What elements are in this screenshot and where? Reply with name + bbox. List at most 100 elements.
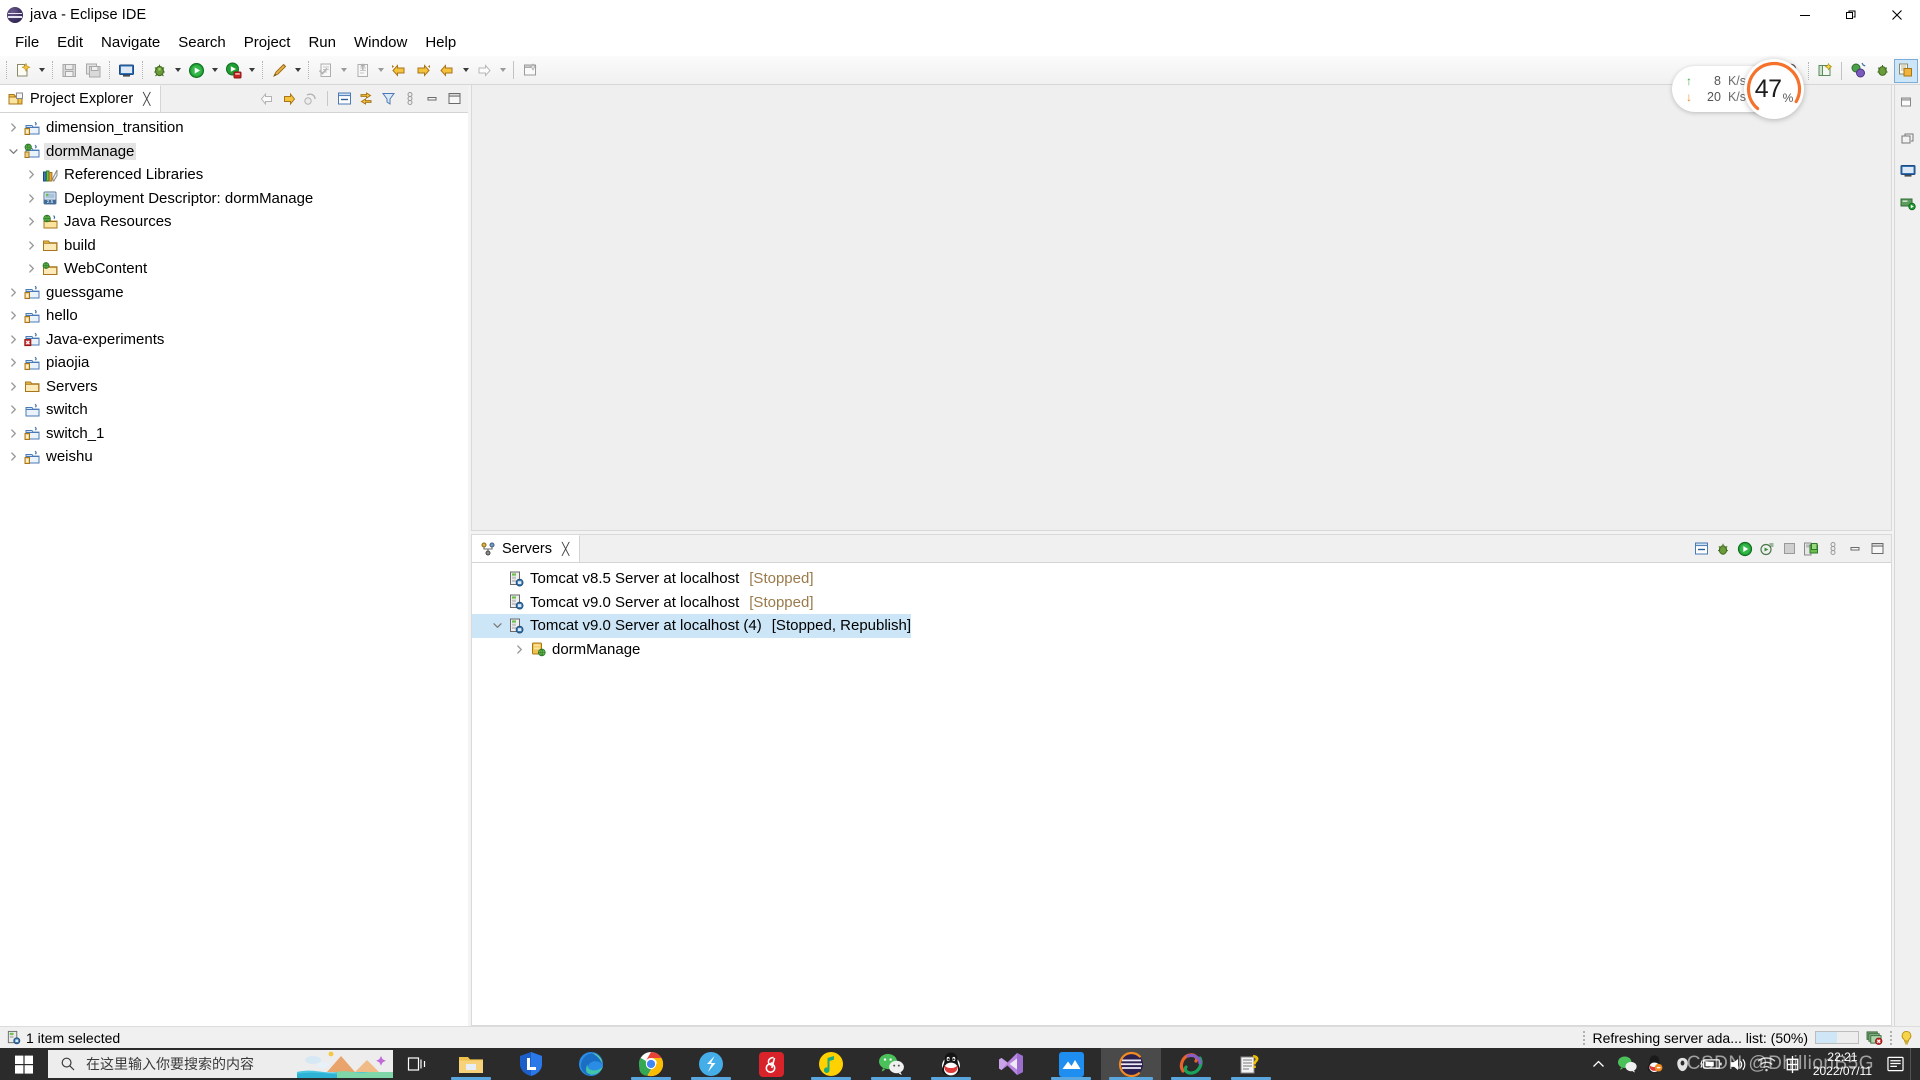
- collapse-all-icon[interactable]: [334, 89, 354, 109]
- taskbar-app-netease-music[interactable]: [741, 1048, 801, 1080]
- taskbar-app-file-explorer[interactable]: [441, 1048, 501, 1080]
- tree-item-guessgame[interactable]: guessgame: [0, 281, 468, 305]
- close-button[interactable]: [1874, 0, 1920, 30]
- chevron-right-icon[interactable]: [4, 335, 22, 344]
- project-tree[interactable]: dimension_transition dormManage Referenced…: [0, 113, 468, 1026]
- taskbar-app-unknown-doc[interactable]: [1221, 1048, 1281, 1080]
- editor-area-empty[interactable]: [471, 85, 1892, 531]
- qq-tray-icon[interactable]: [1641, 1048, 1669, 1080]
- taskbar-app-microsoft-edge[interactable]: [561, 1048, 621, 1080]
- run-on-server-button[interactable]: [221, 58, 245, 82]
- maximize-restore-button[interactable]: [1828, 0, 1874, 30]
- tree-item-build[interactable]: build: [0, 234, 468, 258]
- battery-charging-icon[interactable]: [1697, 1048, 1725, 1080]
- next-annotation-button[interactable]: [313, 58, 337, 82]
- taskbar-app-sogou[interactable]: [681, 1048, 741, 1080]
- taskbar-app-eclipse[interactable]: [1101, 1048, 1161, 1080]
- chevron-down-icon[interactable]: [4, 147, 22, 156]
- taskbar-app-qq-music[interactable]: [801, 1048, 861, 1080]
- tree-item-java-experiments[interactable]: Java-experiments: [0, 328, 468, 352]
- ime-chinese-icon[interactable]: [1781, 1048, 1805, 1080]
- external-tools-button[interactable]: [267, 58, 291, 82]
- menu-file[interactable]: File: [6, 31, 48, 55]
- restore-view-icon[interactable]: [1898, 91, 1918, 111]
- back-history-button[interactable]: [435, 58, 459, 82]
- new-wizard-dropdown[interactable]: [35, 58, 48, 82]
- task-view-icon[interactable]: [393, 1048, 441, 1080]
- taskbar-clock[interactable]: 22:21 2022/07/11: [1805, 1048, 1880, 1080]
- minimize-button[interactable]: [1782, 0, 1828, 30]
- menu-search[interactable]: Search: [169, 31, 235, 55]
- start-server-icon[interactable]: [1735, 539, 1755, 559]
- tree-item-hello[interactable]: hello: [0, 304, 468, 328]
- new-editor-button[interactable]: [518, 58, 542, 82]
- tree-item-switch[interactable]: switch: [0, 398, 468, 422]
- maximize-icon[interactable]: [444, 89, 464, 109]
- taskbar-app-lenovo[interactable]: [501, 1048, 561, 1080]
- performance-widget[interactable]: ↑ 8 K/s ↓ 20 K/s 47 %: [1671, 59, 1804, 119]
- new-wizard-button[interactable]: [11, 58, 35, 82]
- debug-dropdown[interactable]: [171, 58, 184, 82]
- tree-item-java-resources[interactable]: Java Resources: [0, 210, 468, 234]
- tab-project-explorer[interactable]: Project Explorer ╳: [0, 85, 162, 112]
- back-button[interactable]: [387, 58, 411, 82]
- save-all-button[interactable]: [81, 58, 105, 82]
- taskbar-app-google-chrome[interactable]: [621, 1048, 681, 1080]
- menu-window[interactable]: Window: [345, 31, 416, 55]
- volume-icon[interactable]: [1725, 1048, 1753, 1080]
- forward-arrow-icon[interactable]: [279, 89, 299, 109]
- maximize-icon[interactable]: [1867, 539, 1887, 559]
- taskbar-app-visual-studio[interactable]: [981, 1048, 1041, 1080]
- debug-server-icon[interactable]: [1713, 539, 1733, 559]
- server-row[interactable]: Tomcat v9.0 Server at localhost [Stopped]: [472, 591, 1891, 615]
- taskbar-search-input[interactable]: 在这里输入你要搜索的内容: [48, 1050, 393, 1078]
- menu-navigate[interactable]: Navigate: [92, 31, 169, 55]
- up-arrow-icon[interactable]: [301, 89, 321, 109]
- menu-help[interactable]: Help: [416, 31, 465, 55]
- tree-item-weishu[interactable]: weishu: [0, 445, 468, 469]
- tree-item-piaojia[interactable]: piaojia: [0, 351, 468, 375]
- debug-button[interactable]: [147, 58, 171, 82]
- save-button[interactable]: [57, 58, 81, 82]
- forward-history-button[interactable]: [411, 58, 435, 82]
- link-with-editor-icon[interactable]: [356, 89, 376, 109]
- chevron-right-icon[interactable]: [4, 452, 22, 461]
- tree-item-webcontent[interactable]: WebContent: [0, 257, 468, 281]
- chevron-down-icon[interactable]: [488, 621, 506, 630]
- run-button[interactable]: [184, 58, 208, 82]
- server-row[interactable]: dormManage: [472, 638, 1891, 662]
- tree-item-dormmanage[interactable]: dormManage: [0, 140, 468, 164]
- perspective-java-active-button[interactable]: [1894, 58, 1918, 83]
- progress-stop-icon[interactable]: [1866, 1030, 1883, 1045]
- perspective-debug-button[interactable]: [1870, 59, 1894, 83]
- tree-item-referenced-libraries[interactable]: Referenced Libraries: [0, 163, 468, 187]
- console-view-icon[interactable]: [1898, 161, 1918, 181]
- tree-item-servers[interactable]: Servers: [0, 375, 468, 399]
- console-button[interactable]: [114, 58, 138, 82]
- chevron-right-icon[interactable]: [510, 645, 528, 654]
- run-on-server-dropdown[interactable]: [245, 58, 258, 82]
- servers-tree[interactable]: Tomcat v8.5 Server at localhost [Stopped]…: [472, 563, 1891, 1025]
- wechat-tray-icon[interactable]: [1613, 1048, 1641, 1080]
- servers-view-icon[interactable]: [1898, 193, 1918, 213]
- publish-server-icon[interactable]: [1801, 539, 1821, 559]
- perspective-java-ee-button[interactable]: [1846, 59, 1870, 83]
- server-row[interactable]: Tomcat v9.0 Server at localhost (4) [Stop…: [472, 614, 912, 638]
- chevron-right-icon[interactable]: [4, 429, 22, 438]
- back-history-dropdown[interactable]: [459, 58, 472, 82]
- tree-item-switch-1[interactable]: switch_1: [0, 422, 468, 446]
- profile-server-icon[interactable]: [1757, 539, 1777, 559]
- chevron-right-icon[interactable]: [4, 123, 22, 132]
- previous-annotation-dropdown[interactable]: [374, 58, 387, 82]
- minimize-icon[interactable]: [1845, 539, 1865, 559]
- menu-project[interactable]: Project: [235, 31, 300, 55]
- chevron-right-icon[interactable]: [22, 194, 40, 203]
- view-menu-icon[interactable]: [1823, 539, 1843, 559]
- chevron-right-icon[interactable]: [22, 241, 40, 250]
- forward-button[interactable]: [472, 58, 496, 82]
- tab-servers[interactable]: Servers ╳: [472, 535, 581, 562]
- chevron-right-icon[interactable]: [22, 264, 40, 273]
- chevron-right-icon[interactable]: [22, 217, 40, 226]
- stop-server-icon[interactable]: [1779, 539, 1799, 559]
- tree-item-deployment-descriptor-dormmanage[interactable]: 2.5 Deployment Descriptor: dormManage: [0, 187, 468, 211]
